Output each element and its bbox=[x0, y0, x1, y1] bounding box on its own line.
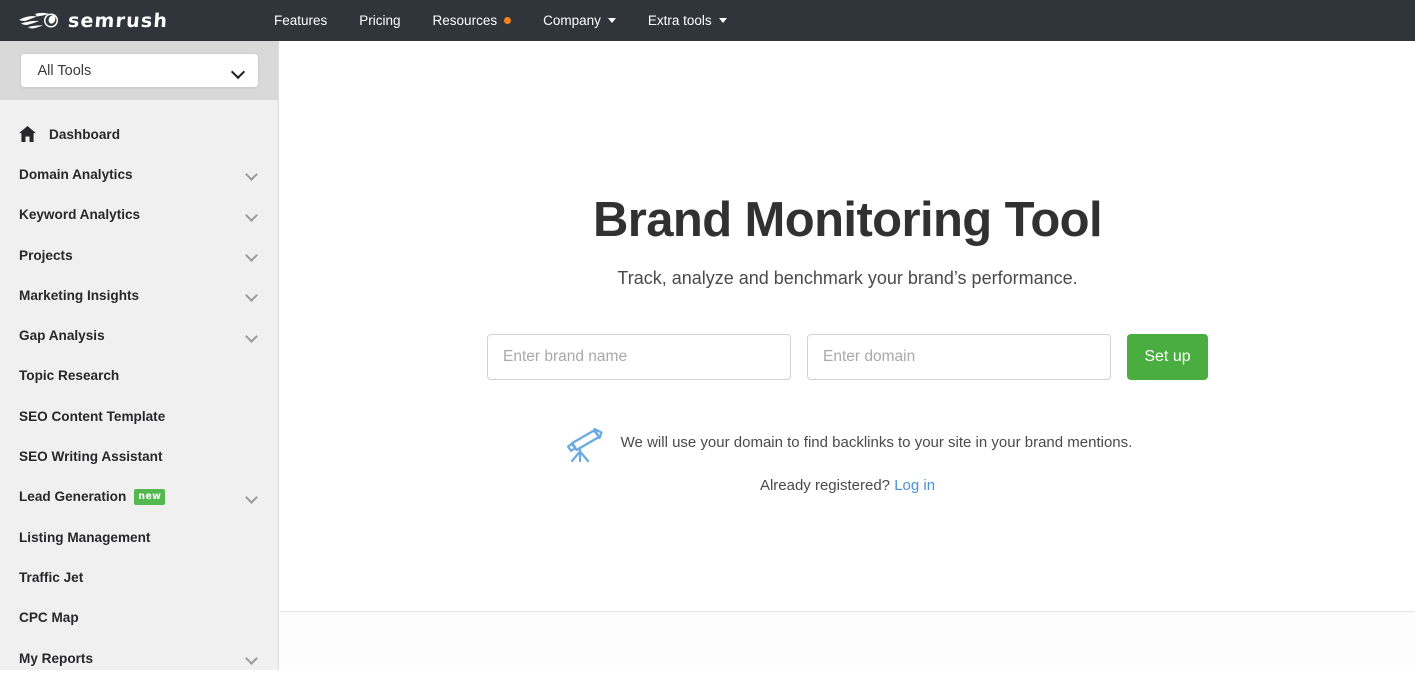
sidebar-item-marketing-insights[interactable]: Marketing Insights bbox=[0, 275, 278, 315]
sidebar-item-seo-content-template-label: SEO Content Template bbox=[19, 408, 166, 424]
sidebar-item-projects-label: Projects bbox=[19, 247, 73, 263]
top-nav-items: Features Pricing Resources Company Extra… bbox=[258, 0, 743, 41]
sidebar-item-cpc-map[interactable]: CPC Map bbox=[0, 598, 278, 638]
sidebar-item-topic-research[interactable]: Topic Research bbox=[0, 356, 278, 396]
sidebar-item-lead-generation[interactable]: Lead Generation new bbox=[0, 477, 278, 517]
nav-item-company-label: Company bbox=[543, 13, 601, 28]
log-in-link[interactable]: Log in bbox=[894, 477, 935, 494]
chevron-down-icon bbox=[246, 170, 258, 178]
new-badge: new bbox=[134, 489, 166, 505]
sidebar-item-lead-generation-wrap: Lead Generation new bbox=[19, 489, 246, 505]
sidebar-menu: Dashboard Domain Analytics Keyword Analy… bbox=[0, 100, 278, 678]
nav-item-resources[interactable]: Resources bbox=[417, 0, 528, 41]
set-up-button[interactable]: Set up bbox=[1127, 333, 1208, 380]
sidebar-item-traffic-jet-label: Traffic Jet bbox=[19, 569, 84, 585]
nav-item-resources-label: Resources bbox=[432, 13, 498, 28]
sidebar-header: All Tools bbox=[0, 41, 278, 100]
semrush-logo[interactable]: semrush bbox=[0, 0, 258, 41]
already-registered-row: Already registered? Log in bbox=[280, 477, 1415, 494]
semrush-logo-text: semrush bbox=[67, 9, 169, 32]
chevron-down-icon bbox=[232, 67, 245, 75]
sidebar-item-listing-management[interactable]: Listing Management bbox=[0, 517, 278, 557]
chevron-down-icon bbox=[246, 332, 258, 340]
telescope-icon bbox=[566, 427, 603, 462]
brand-name-input[interactable] bbox=[487, 333, 791, 380]
page-title: Brand Monitoring Tool bbox=[592, 193, 1103, 247]
sidebar-item-lead-generation-label: Lead Generation bbox=[19, 488, 127, 504]
sidebar-item-keyword-analytics[interactable]: Keyword Analytics bbox=[0, 195, 278, 235]
sidebar-item-listing-management-label: Listing Management bbox=[19, 529, 151, 545]
chevron-down-icon bbox=[246, 211, 258, 219]
nav-item-features-label: Features bbox=[274, 13, 328, 28]
chevron-down-icon bbox=[246, 251, 258, 259]
setup-form: Set up bbox=[280, 333, 1415, 380]
all-tools-label: All Tools bbox=[37, 62, 92, 79]
chevron-down-icon bbox=[246, 493, 258, 501]
page-subtitle: Track, analyze and benchmark your brand’… bbox=[617, 267, 1078, 288]
notification-dot-icon bbox=[504, 17, 512, 24]
domain-usage-note: We will use your domain to find backlink… bbox=[620, 434, 1133, 452]
nav-item-pricing[interactable]: Pricing bbox=[343, 0, 416, 41]
sidebar: All Tools Dashboard Domain Analytics Key… bbox=[0, 41, 279, 670]
sidebar-item-seo-content-template[interactable]: SEO Content Template bbox=[0, 396, 278, 436]
sidebar-item-domain-analytics[interactable]: Domain Analytics bbox=[0, 154, 278, 194]
note-row: We will use your domain to find backlink… bbox=[280, 423, 1415, 463]
chevron-down-icon bbox=[607, 18, 616, 23]
domain-input[interactable] bbox=[807, 333, 1111, 380]
hero-inner: Brand Monitoring Tool Track, analyze and… bbox=[280, 41, 1415, 494]
semrush-comet-logo-icon bbox=[19, 12, 58, 28]
nav-item-pricing-label: Pricing bbox=[359, 13, 401, 28]
home-icon bbox=[19, 126, 36, 143]
already-registered-label: Already registered? bbox=[759, 476, 895, 494]
chevron-down-icon bbox=[718, 18, 727, 23]
main-content: Brand Monitoring Tool Track, analyze and… bbox=[280, 41, 1415, 670]
sidebar-item-keyword-analytics-label: Keyword Analytics bbox=[19, 207, 141, 223]
sidebar-item-my-reports-label: My Reports bbox=[19, 650, 94, 666]
sidebar-item-projects[interactable]: Projects bbox=[0, 235, 278, 275]
sidebar-item-dashboard-label: Dashboard bbox=[49, 126, 121, 142]
chevron-down-icon bbox=[246, 654, 258, 662]
all-tools-dropdown[interactable]: All Tools bbox=[19, 53, 259, 88]
sidebar-item-domain-analytics-label: Domain Analytics bbox=[19, 166, 133, 182]
nav-item-extra-tools-label: Extra tools bbox=[647, 13, 712, 28]
nav-item-company[interactable]: Company bbox=[527, 0, 632, 41]
sidebar-item-marketing-insights-label: Marketing Insights bbox=[19, 287, 140, 303]
sidebar-item-seo-writing-assistant-label: SEO Writing Assistant bbox=[19, 449, 163, 465]
sidebar-item-gap-analysis-label: Gap Analysis bbox=[19, 328, 105, 344]
top-navigation-bar: semrush Features Pricing Resources Compa… bbox=[0, 0, 1415, 41]
sidebar-item-gap-analysis[interactable]: Gap Analysis bbox=[0, 315, 278, 355]
chevron-down-icon bbox=[246, 291, 258, 299]
sidebar-item-my-reports[interactable]: My Reports bbox=[0, 638, 278, 678]
sidebar-item-traffic-jet[interactable]: Traffic Jet bbox=[0, 557, 278, 597]
sidebar-item-topic-research-label: Topic Research bbox=[19, 368, 120, 384]
footer-strip bbox=[280, 612, 1415, 669]
sidebar-item-cpc-map-label: CPC Map bbox=[19, 610, 79, 626]
hero-section: Brand Monitoring Tool Track, analyze and… bbox=[280, 41, 1415, 612]
nav-item-extra-tools[interactable]: Extra tools bbox=[632, 0, 743, 41]
sidebar-item-dashboard[interactable]: Dashboard bbox=[0, 114, 278, 154]
sidebar-item-seo-writing-assistant[interactable]: SEO Writing Assistant bbox=[0, 436, 278, 476]
nav-item-features[interactable]: Features bbox=[258, 0, 343, 41]
